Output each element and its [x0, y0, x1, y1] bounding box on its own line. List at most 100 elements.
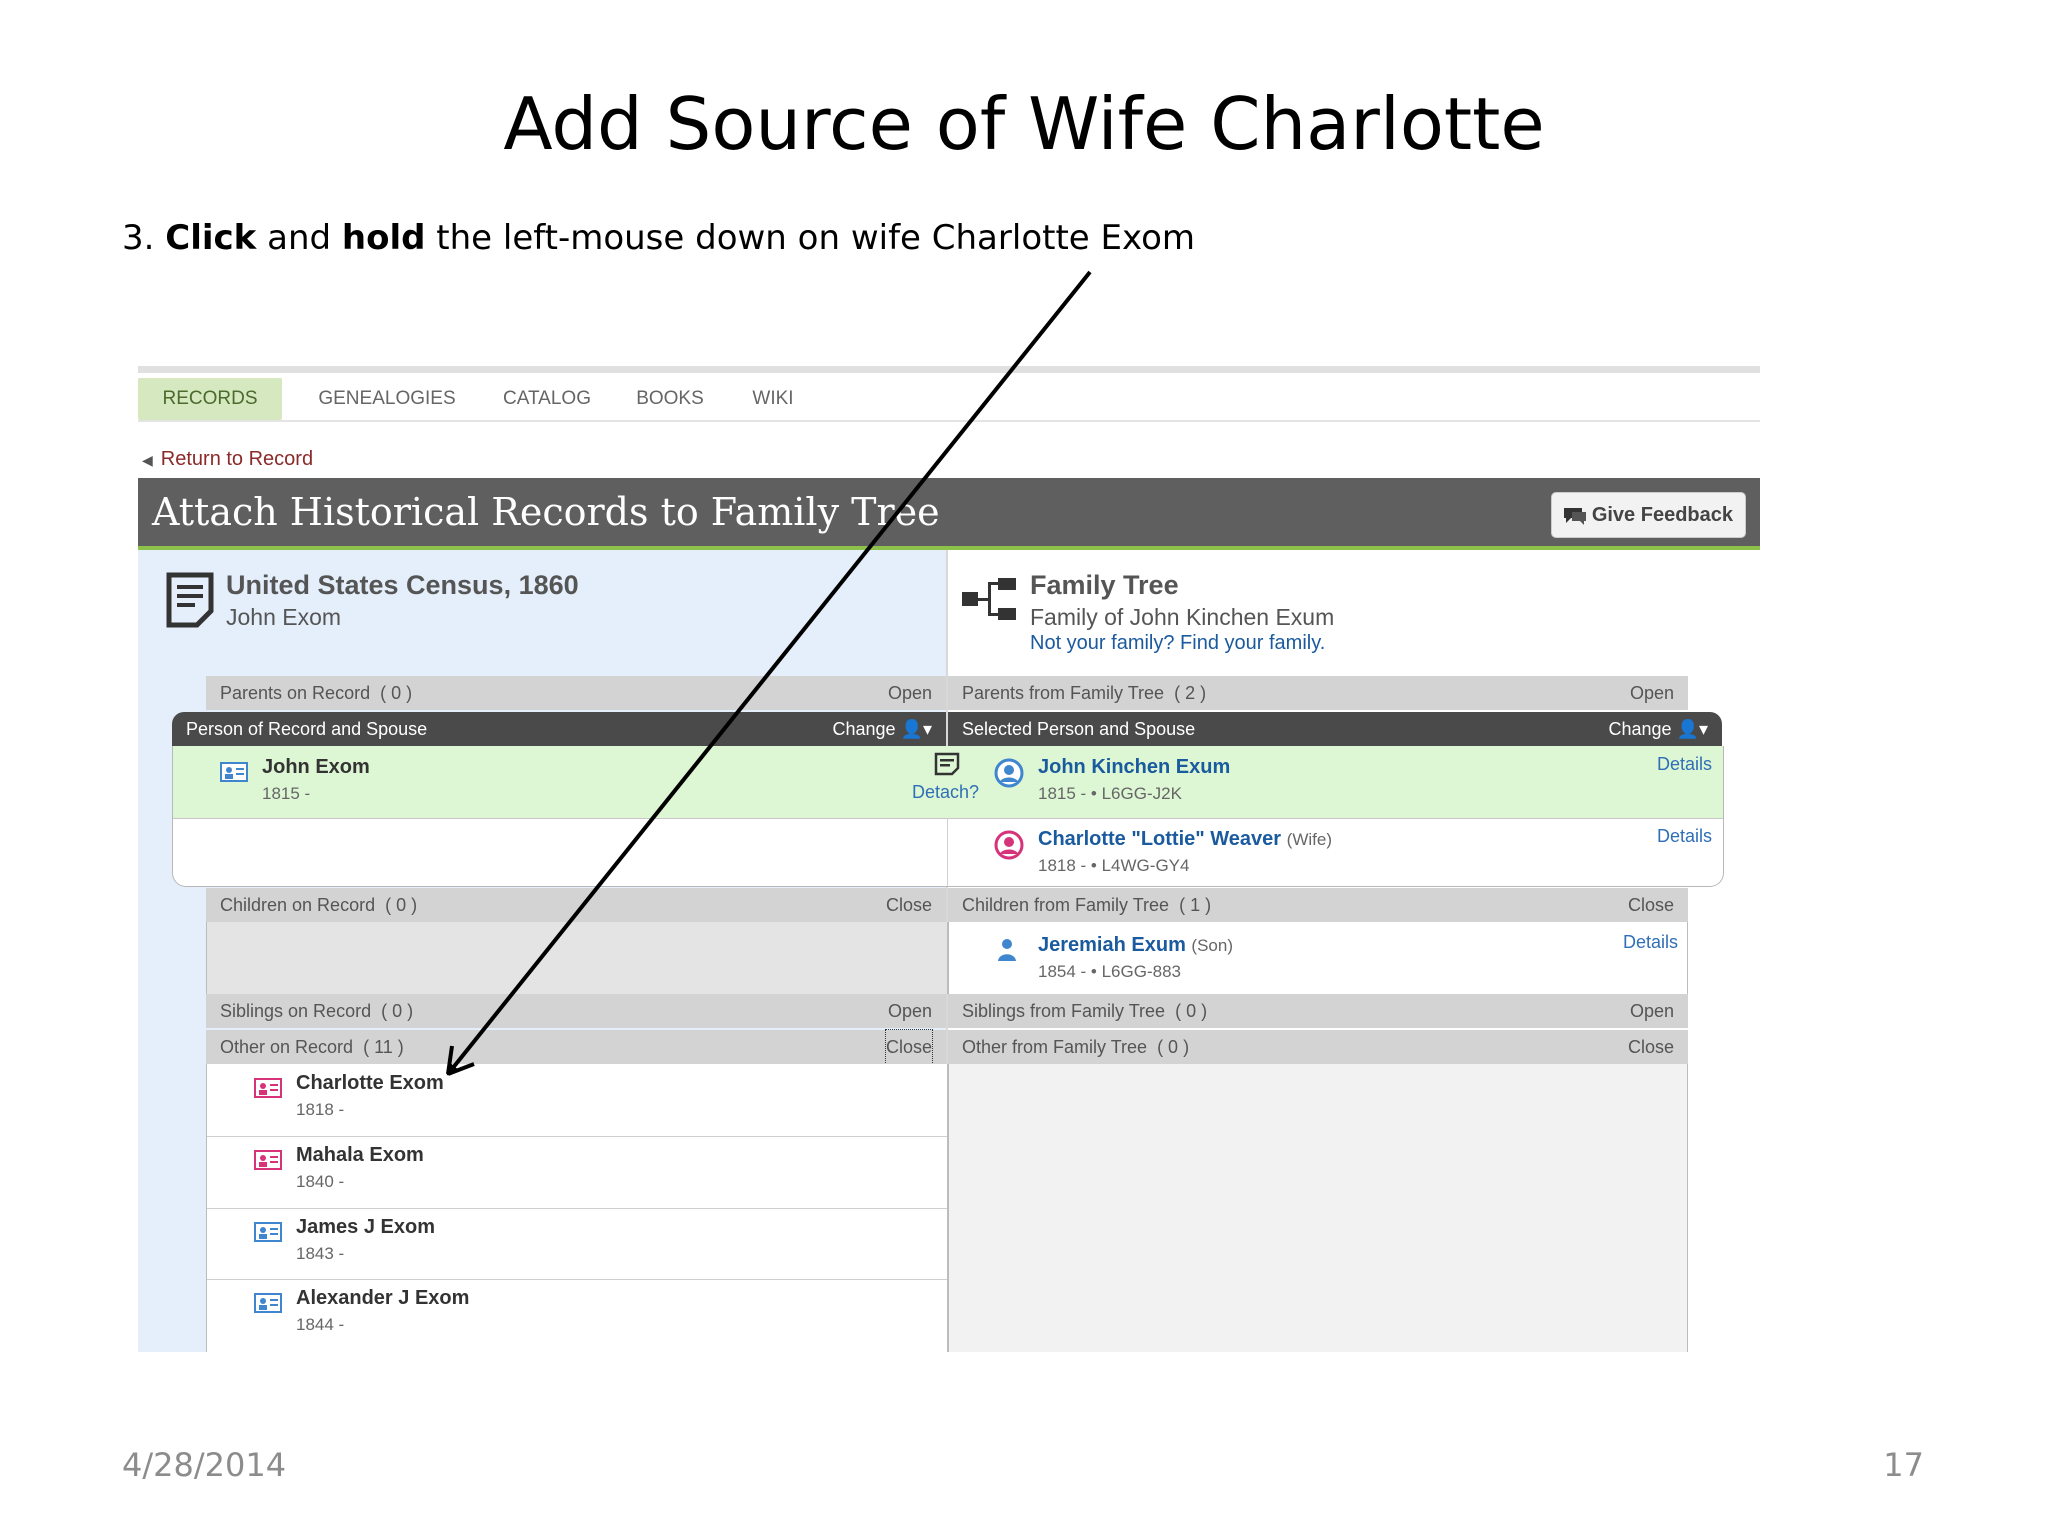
tree-child-meta: 1854 - • L6GG-883: [1038, 962, 1181, 981]
male-person-icon: [998, 939, 1016, 961]
section-label: Siblings on Record: [220, 1001, 372, 1021]
instruction-click: Click: [165, 218, 257, 258]
section-count: ( 0 ): [381, 1001, 414, 1021]
slide-date: 4/28/2014: [122, 1446, 287, 1484]
caret-left-icon: ◀: [142, 452, 153, 468]
other-person-name[interactable]: James J Exom: [296, 1216, 435, 1239]
person-dropdown-icon: 👤▾: [1676, 719, 1708, 739]
children-from-tree-toggle[interactable]: Close: [1628, 888, 1674, 922]
source-document-icon: [166, 572, 214, 628]
other-on-record-label: Other on Record ( 11 ): [220, 1030, 404, 1064]
parents-on-record-toggle[interactable]: Open: [888, 676, 932, 710]
feedback-bubble-icon: [1563, 507, 1586, 525]
male-record-card-icon: [254, 1222, 282, 1242]
family-tree-title: Family Tree: [1030, 570, 1179, 600]
instruction-text: 3. Click and hold the left-mouse down on…: [122, 218, 1195, 258]
source-title: United States Census, 1860: [226, 570, 579, 600]
record-person-name[interactable]: John Exom: [262, 756, 370, 779]
nav-tab-wiki[interactable]: WIKI: [738, 378, 808, 420]
nav-tab-genealogies[interactable]: GENEALOGIES: [302, 378, 472, 420]
change-label: Change: [1608, 719, 1672, 739]
other-from-tree-panel: [948, 1064, 1688, 1352]
tree-child-details-link[interactable]: Details: [1623, 932, 1678, 953]
female-person-icon: [994, 830, 1024, 860]
selected-person-label: Selected Person and Spouse: [962, 719, 1196, 739]
find-your-family-link[interactable]: Not your family? Find your family.: [1030, 632, 1325, 655]
section-count: ( 0 ): [385, 895, 418, 915]
other-person-name[interactable]: Alexander J Exom: [296, 1287, 469, 1310]
family-tree-subtitle: Family of John Kinchen Exum: [1030, 604, 1335, 630]
nav-tab-records[interactable]: RECORDS: [138, 378, 282, 420]
section-label: Siblings from Family Tree: [962, 1001, 1166, 1021]
page-banner: Attach Historical Records to Family Tree…: [138, 478, 1760, 550]
instruction-and: and: [267, 218, 332, 258]
give-feedback-button[interactable]: Give Feedback: [1550, 492, 1746, 538]
other-person-dates: 1818 -: [296, 1100, 345, 1119]
section-label: Other from Family Tree: [962, 1037, 1148, 1057]
top-nav: RECORDS GENEALOGIES CATALOG BOOKS WIKI: [138, 378, 1760, 422]
selected-person-bar: Selected Person and Spouse Change 👤▾: [948, 712, 1722, 746]
source-person: John Exom: [226, 604, 342, 630]
siblings-from-tree-bar[interactable]: Siblings from Family Tree ( 0 ) Open: [948, 994, 1688, 1028]
siblings-from-tree-toggle[interactable]: Open: [1630, 994, 1674, 1028]
section-count: ( 1 ): [1179, 895, 1212, 915]
other-from-tree-bar[interactable]: Other from Family Tree ( 0 ) Close: [948, 1030, 1688, 1064]
record-person-dates: 1815 -: [262, 784, 311, 803]
children-on-record-toggle[interactable]: Close: [886, 888, 932, 922]
detach-icon[interactable]: [934, 752, 960, 776]
section-count: ( 0 ): [1175, 1001, 1208, 1021]
tree-spouse-meta: 1818 - • L4WG-GY4: [1038, 856, 1190, 875]
parents-on-record-label: Parents on Record ( 0 ): [220, 676, 412, 710]
family-tree-icon: [962, 578, 1016, 620]
children-on-record-panel: [206, 922, 948, 994]
other-person-dates: 1843 -: [296, 1244, 345, 1263]
tree-child-relation: (Son): [1191, 936, 1233, 955]
top-rule: [138, 366, 1760, 373]
other-person-name[interactable]: Mahala Exom: [296, 1144, 424, 1167]
person-of-record-bar: Person of Record and Spouse Change 👤▾: [172, 712, 946, 746]
nav-tab-catalog[interactable]: CATALOG: [492, 378, 602, 420]
children-from-tree-panel: [948, 922, 1688, 994]
siblings-on-record-bar[interactable]: Siblings on Record ( 0 ) Open: [206, 994, 946, 1028]
return-to-record-link[interactable]: ◀ Return to Record: [142, 448, 313, 471]
app-screenshot: RECORDS GENEALOGIES CATALOG BOOKS WIKI ◀…: [138, 366, 1760, 1352]
slide-page-number: 17: [1883, 1446, 1924, 1484]
section-label: Parents from Family Tree: [962, 683, 1165, 703]
parents-from-tree-bar[interactable]: Parents from Family Tree ( 2 ) Open: [948, 676, 1688, 710]
detach-link[interactable]: Detach?: [912, 782, 979, 803]
male-record-card-icon: [254, 1293, 282, 1313]
other-on-record-bar[interactable]: Other on Record ( 11 ) Close: [206, 1029, 946, 1065]
tree-spouse-name-row[interactable]: Charlotte "Lottie" Weaver (Wife): [1038, 828, 1332, 851]
section-count: ( 0 ): [1157, 1037, 1190, 1057]
row-divider: [207, 1208, 947, 1209]
tree-person-details-link[interactable]: Details: [1657, 754, 1712, 775]
parents-on-record-bar[interactable]: Parents on Record ( 0 ) Open: [206, 676, 946, 710]
nav-tab-books[interactable]: BOOKS: [622, 378, 718, 420]
tree-spouse-details-link[interactable]: Details: [1657, 826, 1712, 847]
other-from-tree-toggle[interactable]: Close: [1628, 1030, 1674, 1064]
other-person-dates: 1840 -: [296, 1172, 345, 1191]
parents-from-tree-toggle[interactable]: Open: [1630, 676, 1674, 710]
tree-person-name[interactable]: John Kinchen Exum: [1038, 756, 1230, 779]
step-number: 3.: [122, 218, 155, 258]
parents-from-tree-label: Parents from Family Tree ( 2 ): [962, 676, 1206, 710]
tree-spouse-relation: (Wife): [1286, 830, 1332, 849]
section-count: ( 2 ): [1174, 683, 1207, 703]
tree-spouse-name[interactable]: Charlotte "Lottie" Weaver: [1038, 828, 1281, 850]
person-of-record-label: Person of Record and Spouse: [186, 719, 428, 739]
children-from-tree-bar[interactable]: Children from Family Tree ( 1 ) Close: [948, 888, 1688, 922]
change-record-person-button[interactable]: Change 👤▾: [832, 712, 932, 746]
tree-person-meta: 1815 - • L6GG-J2K: [1038, 784, 1182, 803]
male-person-icon: [994, 758, 1024, 788]
children-on-record-bar[interactable]: Children on Record ( 0 ) Close: [206, 888, 946, 922]
section-label: Other on Record: [220, 1037, 354, 1057]
children-from-tree-label: Children from Family Tree ( 1 ): [962, 888, 1211, 922]
tree-child-name-row[interactable]: Jeremiah Exum (Son): [1038, 934, 1233, 957]
other-on-record-toggle[interactable]: Close: [884, 1029, 934, 1065]
siblings-on-record-toggle[interactable]: Open: [888, 994, 932, 1028]
change-tree-person-button[interactable]: Change 👤▾: [1608, 712, 1708, 746]
other-person-name[interactable]: Charlotte Exom: [296, 1072, 444, 1095]
children-on-record-label: Children on Record ( 0 ): [220, 888, 417, 922]
siblings-on-record-label: Siblings on Record ( 0 ): [220, 994, 413, 1028]
tree-child-name[interactable]: Jeremiah Exum: [1038, 934, 1186, 956]
